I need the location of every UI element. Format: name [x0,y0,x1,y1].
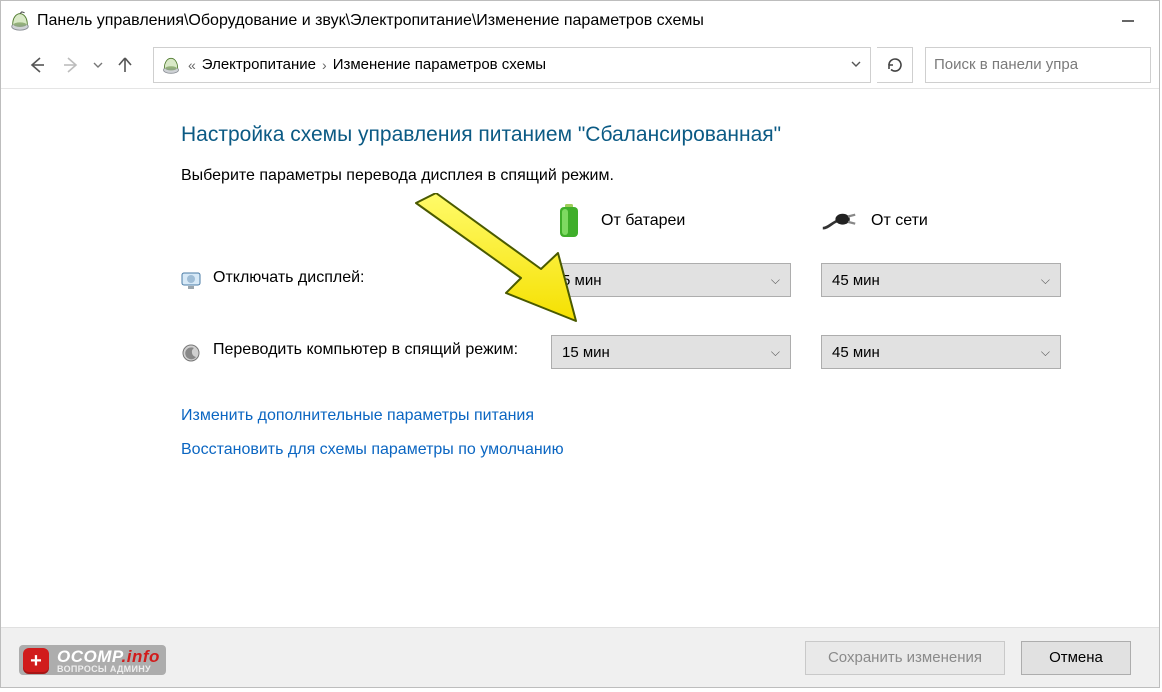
nav-bar: « Электропитание › Изменение параметров … [1,41,1159,89]
column-headers: От батареи От сети [181,203,1119,239]
col-plugged: От сети [821,203,1091,239]
chevron-down-icon: ⌵ [1041,345,1050,360]
save-button[interactable]: Сохранить изменения [805,641,1005,675]
watermark-plus-icon: + [23,648,49,674]
row-sleep-label: Переводить компьютер в спящий режим: [213,341,518,359]
refresh-button[interactable] [877,47,913,83]
page-subtitle: Выберите параметры перевода дисплея в сп… [181,167,1119,185]
power-options-icon [160,54,182,76]
nav-forward-button[interactable] [57,51,85,79]
page-title: Настройка схемы управления питанием "Сба… [181,123,1119,147]
window-title: Панель управления\Оборудование и звук\Эл… [37,12,1105,30]
nav-back-button[interactable] [23,51,51,79]
row-display-off: Отключать дисплей: 5 мин ⌵ 45 мин ⌵ [181,263,1119,297]
breadcrumb-overflow[interactable]: « [188,57,196,73]
watermark-sub: ВОПРОСЫ АДМИНУ [57,665,160,674]
cancel-button[interactable]: Отмена [1021,641,1131,675]
nav-up-button[interactable] [111,51,139,79]
display-off-battery-value: 5 мин [562,272,602,289]
col-battery: От батареи [551,203,821,239]
link-advanced-settings[interactable]: Изменить дополнительные параметры питани… [181,407,1119,425]
sleep-battery-select[interactable]: 15 мин ⌵ [551,335,791,369]
sleep-icon [181,343,201,363]
display-off-plugged-value: 45 мин [832,272,880,289]
search-placeholder: Поиск в панели упра [934,56,1078,73]
col-battery-label: От батареи [601,212,685,230]
link-restore-defaults[interactable]: Восстановить для схемы параметры по умол… [181,441,1119,459]
watermark: + OCOMP.info ВОПРОСЫ АДМИНУ [19,645,166,675]
col-plugged-label: От сети [871,212,928,230]
search-input[interactable]: Поиск в панели упра [925,47,1151,83]
chevron-down-icon: ⌵ [1041,273,1050,288]
power-options-icon [9,10,31,32]
recent-locations-button[interactable] [91,51,105,79]
monitor-icon [181,271,201,291]
battery-icon [551,203,587,239]
links: Изменить дополнительные параметры питани… [181,407,1119,459]
row-display-off-label: Отключать дисплей: [213,269,364,287]
chevron-right-icon: › [322,57,327,73]
minimize-button[interactable] [1105,6,1151,36]
display-off-battery-select[interactable]: 5 мин ⌵ [551,263,791,297]
display-off-plugged-select[interactable]: 45 мин ⌵ [821,263,1061,297]
breadcrumb-seg-editplan[interactable]: Изменение параметров схемы [333,56,546,73]
window: Панель управления\Оборудование и звук\Эл… [0,0,1160,688]
row-sleep: Переводить компьютер в спящий режим: 15 … [181,335,1119,369]
plug-icon [821,203,857,239]
footer: Сохранить изменения Отмена [1,627,1159,687]
titlebar: Панель управления\Оборудование и звук\Эл… [1,1,1159,41]
breadcrumb[interactable]: « Электропитание › Изменение параметров … [153,47,871,83]
sleep-plugged-value: 45 мин [832,344,880,361]
chevron-down-icon: ⌵ [771,345,780,360]
breadcrumb-dropdown[interactable] [846,56,866,73]
chevron-down-icon: ⌵ [771,273,780,288]
sleep-battery-value: 15 мин [562,344,610,361]
sleep-plugged-select[interactable]: 45 мин ⌵ [821,335,1061,369]
content-area: Настройка схемы управления питанием "Сба… [1,89,1159,459]
breadcrumb-seg-power[interactable]: Электропитание [202,56,316,73]
